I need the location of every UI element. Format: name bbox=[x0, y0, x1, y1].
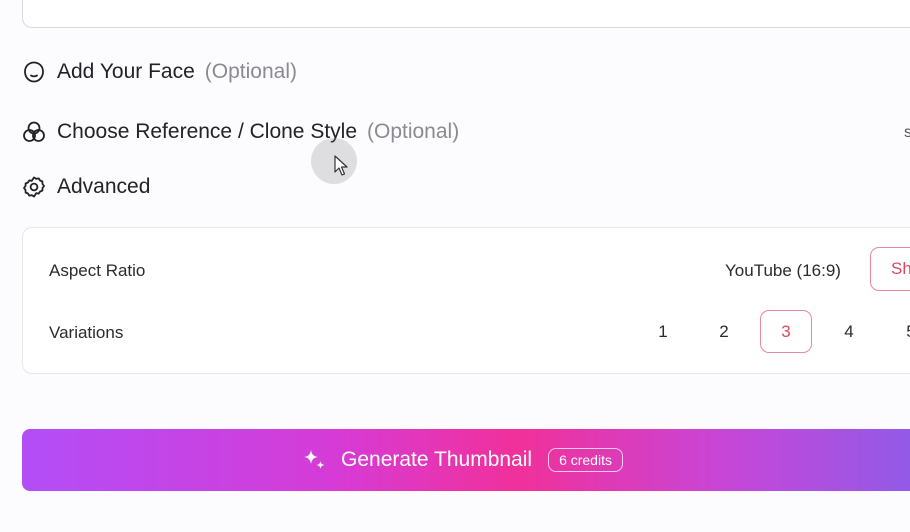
generate-label: Generate Thumbnail bbox=[341, 448, 533, 471]
variation-option-1[interactable]: 1 bbox=[637, 310, 689, 353]
advanced-label: Advanced bbox=[57, 175, 151, 198]
mouse-pointer-icon bbox=[334, 155, 348, 182]
aspect-ratio-value: YouTube (16:9) bbox=[725, 261, 841, 280]
prompt-textarea[interactable] bbox=[22, 0, 910, 28]
variation-option-3[interactable]: 3 bbox=[760, 310, 812, 353]
variations-label: Variations bbox=[49, 323, 124, 342]
choose-reference-label: Choose Reference / Clone Style bbox=[57, 120, 357, 143]
overlapping-circles-icon bbox=[22, 120, 46, 144]
choose-reference-section[interactable]: Choose Reference / Clone Style (Optional… bbox=[22, 120, 459, 144]
aspect-ratio-label: Aspect Ratio bbox=[49, 261, 146, 280]
choose-reference-optional: (Optional) bbox=[367, 120, 460, 143]
advanced-panel: Aspect Ratio YouTube (16:9) Sh Variation… bbox=[22, 227, 910, 374]
add-face-section[interactable]: Add Your Face (Optional) bbox=[22, 60, 297, 84]
variation-option-4[interactable]: 4 bbox=[823, 310, 875, 353]
credits-badge: 6 credits bbox=[548, 448, 623, 472]
gear-icon bbox=[22, 175, 46, 199]
face-icon bbox=[22, 60, 46, 84]
advanced-section[interactable]: Advanced bbox=[22, 175, 150, 199]
aspect-ratio-option-button[interactable]: Sh bbox=[870, 247, 910, 291]
generate-thumbnail-button[interactable]: Generate Thumbnail 6 credits bbox=[22, 429, 910, 491]
clipped-text: s bbox=[904, 124, 910, 141]
add-face-label: Add Your Face bbox=[57, 60, 195, 83]
add-face-optional: (Optional) bbox=[204, 60, 297, 83]
variation-option-5[interactable]: 5 bbox=[885, 310, 910, 353]
variation-option-2[interactable]: 2 bbox=[698, 310, 750, 353]
sparkle-icon bbox=[301, 447, 327, 473]
